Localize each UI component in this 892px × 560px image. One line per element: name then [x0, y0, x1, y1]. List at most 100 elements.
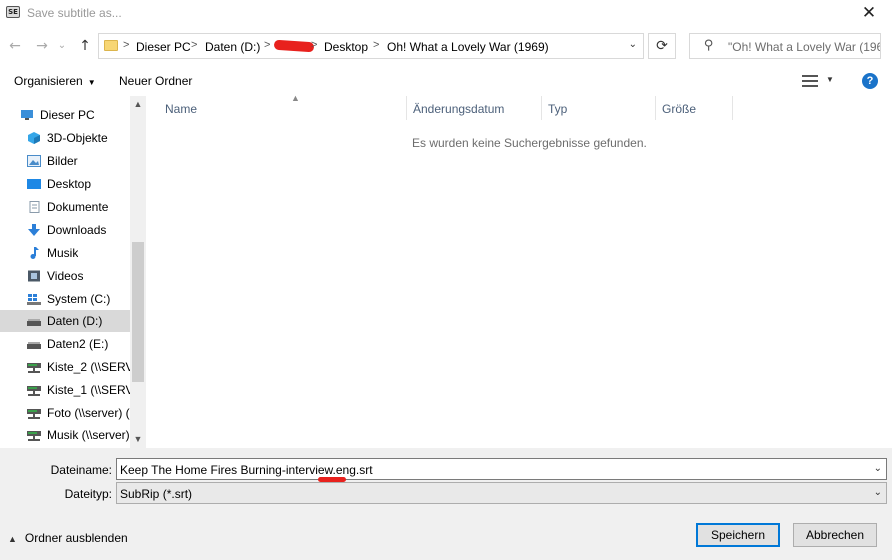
breadcrumb-separator[interactable]: > [123, 39, 129, 51]
column-header-label: Änderungsdatum [413, 102, 505, 116]
organize-button[interactable]: Organisieren ▼ [14, 74, 96, 88]
sidebar-item-label: Musik (\\server) [47, 428, 130, 442]
folder-icon [104, 40, 118, 51]
breadcrumb-separator[interactable]: > [373, 39, 379, 51]
address-bar[interactable]: > Dieser PC > Daten (D:) > > Desktop > O… [98, 33, 644, 59]
chevron-down-icon[interactable]: ⌄ [629, 39, 637, 50]
hide-folders-label: Ordner ausblenden [24, 531, 128, 545]
forward-button[interactable]: → [33, 37, 51, 55]
sidebar-item-label: System (C:) [47, 292, 111, 306]
cancel-button[interactable]: Abbrechen [793, 523, 877, 547]
navigation-scrollbar[interactable]: ▲ ▼ [130, 96, 146, 448]
sidebar-item-label: Daten2 (E:) [47, 337, 109, 351]
documents-icon [29, 201, 40, 213]
sidebar-item-downloads[interactable]: Downloads [0, 219, 130, 241]
scroll-down-arrow-icon[interactable]: ▼ [130, 434, 146, 444]
redaction-mark [273, 39, 315, 53]
sidebar-item-label: Videos [47, 269, 84, 283]
sidebar-item-desktop[interactable]: Desktop [0, 173, 130, 195]
network-drive-icon [27, 431, 41, 441]
filename-value: Keep The Home Fires Burning-interview.en… [120, 463, 373, 477]
empty-results-message: Es wurden keine Suchergebnisse gefunden. [412, 136, 647, 150]
desktop-icon [27, 179, 41, 189]
drive-icon [27, 319, 41, 326]
column-header-name[interactable]: Name ▲ [159, 93, 407, 120]
network-drive-icon [27, 386, 41, 396]
close-button[interactable]: ✕ [846, 0, 892, 28]
annotation-mark [318, 477, 346, 482]
column-header-type[interactable]: Typ [542, 96, 656, 120]
drive-icon [27, 342, 41, 349]
title-bar: SE Save subtitle as... ✕ [0, 0, 892, 28]
windows-drive-icon [27, 294, 41, 305]
chevron-down-icon[interactable]: ⌄ [874, 487, 882, 498]
column-header-size[interactable]: Größe [656, 96, 733, 120]
sidebar-item-label: Kiste_1 (\\SERVE [47, 383, 142, 397]
videos-icon [28, 270, 40, 282]
filetype-label: Dateityp: [64, 487, 112, 501]
sidebar-item-system-c[interactable]: System (C:) [0, 288, 130, 310]
filename-field[interactable]: Keep The Home Fires Burning-interview.en… [116, 458, 887, 480]
back-button[interactable]: ← [6, 37, 24, 55]
scroll-up-arrow-icon[interactable]: ▲ [130, 99, 146, 109]
navigation-pane: Dieser PC 3D-Objekte Bilder Desktop Doku… [0, 96, 146, 448]
sidebar-item-3d-objekte[interactable]: 3D-Objekte [0, 127, 130, 149]
breadcrumb-dieser-pc[interactable]: Dieser PC [136, 40, 191, 54]
column-header-label: Name [165, 102, 198, 116]
sidebar-item-dokumente[interactable]: Dokumente [0, 196, 130, 218]
save-panel: Dateiname: Keep The Home Fires Burning-i… [0, 448, 892, 560]
network-drive-icon [27, 363, 41, 373]
column-header-date[interactable]: Änderungsdatum [407, 96, 542, 120]
sidebar-item-kiste-2[interactable]: Kiste_2 (\\SERVE [0, 356, 142, 378]
caret-down-icon[interactable]: ▼ [826, 75, 834, 84]
navigation-bar: ← → ⌄ ↑ > Dieser PC > Daten (D:) > > Des… [0, 28, 892, 66]
view-options-icon[interactable] [802, 75, 818, 87]
sidebar-item-musik[interactable]: Musik [0, 242, 130, 264]
sidebar-item-label: Desktop [47, 177, 92, 191]
breadcrumb-desktop[interactable]: Desktop [324, 40, 368, 54]
command-bar: Organisieren ▼ Neuer Ordner ▼ ? [0, 66, 892, 96]
hide-folders-toggle[interactable]: ▲ Ordner ausblenden [8, 531, 128, 545]
sidebar-item-foto[interactable]: Foto (\\server) (F [0, 402, 137, 424]
sidebar-item-kiste-1[interactable]: Kiste_1 (\\SERVE [0, 379, 142, 401]
scrollbar-thumb[interactable] [132, 242, 144, 382]
search-input[interactable]: ⚲ "Oh! What a Lovely War (196... [689, 33, 881, 59]
cube-icon [28, 132, 40, 144]
sidebar-item-label: Dieser PC [40, 108, 95, 122]
save-button[interactable]: Speichern [696, 523, 780, 547]
filetype-value: SubRip (*.srt) [120, 487, 193, 501]
file-list: Name ▲ Änderungsdatum Typ Größe Es wurde… [146, 93, 892, 448]
up-button[interactable]: ↑ [76, 37, 94, 55]
caret-up-icon: ▲ [8, 534, 17, 544]
breadcrumb-separator[interactable]: > [264, 39, 270, 51]
sidebar-item-label: Downloads [47, 223, 107, 237]
sort-ascending-icon: ▲ [291, 93, 300, 103]
search-placeholder: "Oh! What a Lovely War (196... [728, 40, 880, 54]
sidebar-item-dieser-pc[interactable]: Dieser PC [0, 104, 130, 126]
column-header-label: Größe [662, 102, 697, 116]
app-icon: SE [6, 6, 20, 18]
caret-down-icon: ▼ [87, 78, 96, 87]
filetype-select[interactable]: SubRip (*.srt) ⌄ [116, 482, 887, 504]
sidebar-item-bilder[interactable]: Bilder [0, 150, 130, 172]
breadcrumb-current-folder[interactable]: Oh! What a Lovely War (1969) [387, 40, 549, 54]
music-icon [30, 247, 39, 259]
chevron-down-icon[interactable]: ⌄ [874, 463, 882, 474]
recent-locations-button[interactable]: ⌄ [56, 37, 68, 55]
sidebar-item-label: Dokumente [47, 200, 109, 214]
help-icon[interactable]: ? [862, 73, 878, 89]
breadcrumb-daten-d[interactable]: Daten (D:) [205, 40, 260, 54]
new-folder-button[interactable]: Neuer Ordner [119, 74, 192, 88]
sidebar-item-daten2-e[interactable]: Daten2 (E:) [0, 333, 130, 355]
network-drive-icon [27, 409, 41, 419]
refresh-button[interactable]: ⟳ [648, 33, 676, 59]
search-icon: ⚲ [704, 38, 714, 53]
column-header-label: Typ [548, 102, 568, 116]
sidebar-item-videos[interactable]: Videos [0, 265, 130, 287]
breadcrumb-separator[interactable]: > [311, 39, 317, 51]
download-icon [28, 224, 40, 236]
sidebar-item-musik-server[interactable]: Musik (\\server) [0, 424, 130, 446]
sidebar-item-daten-d[interactable]: Daten (D:) [0, 310, 130, 332]
breadcrumb-separator[interactable]: > [191, 39, 197, 51]
sidebar-item-label: 3D-Objekte [47, 131, 108, 145]
